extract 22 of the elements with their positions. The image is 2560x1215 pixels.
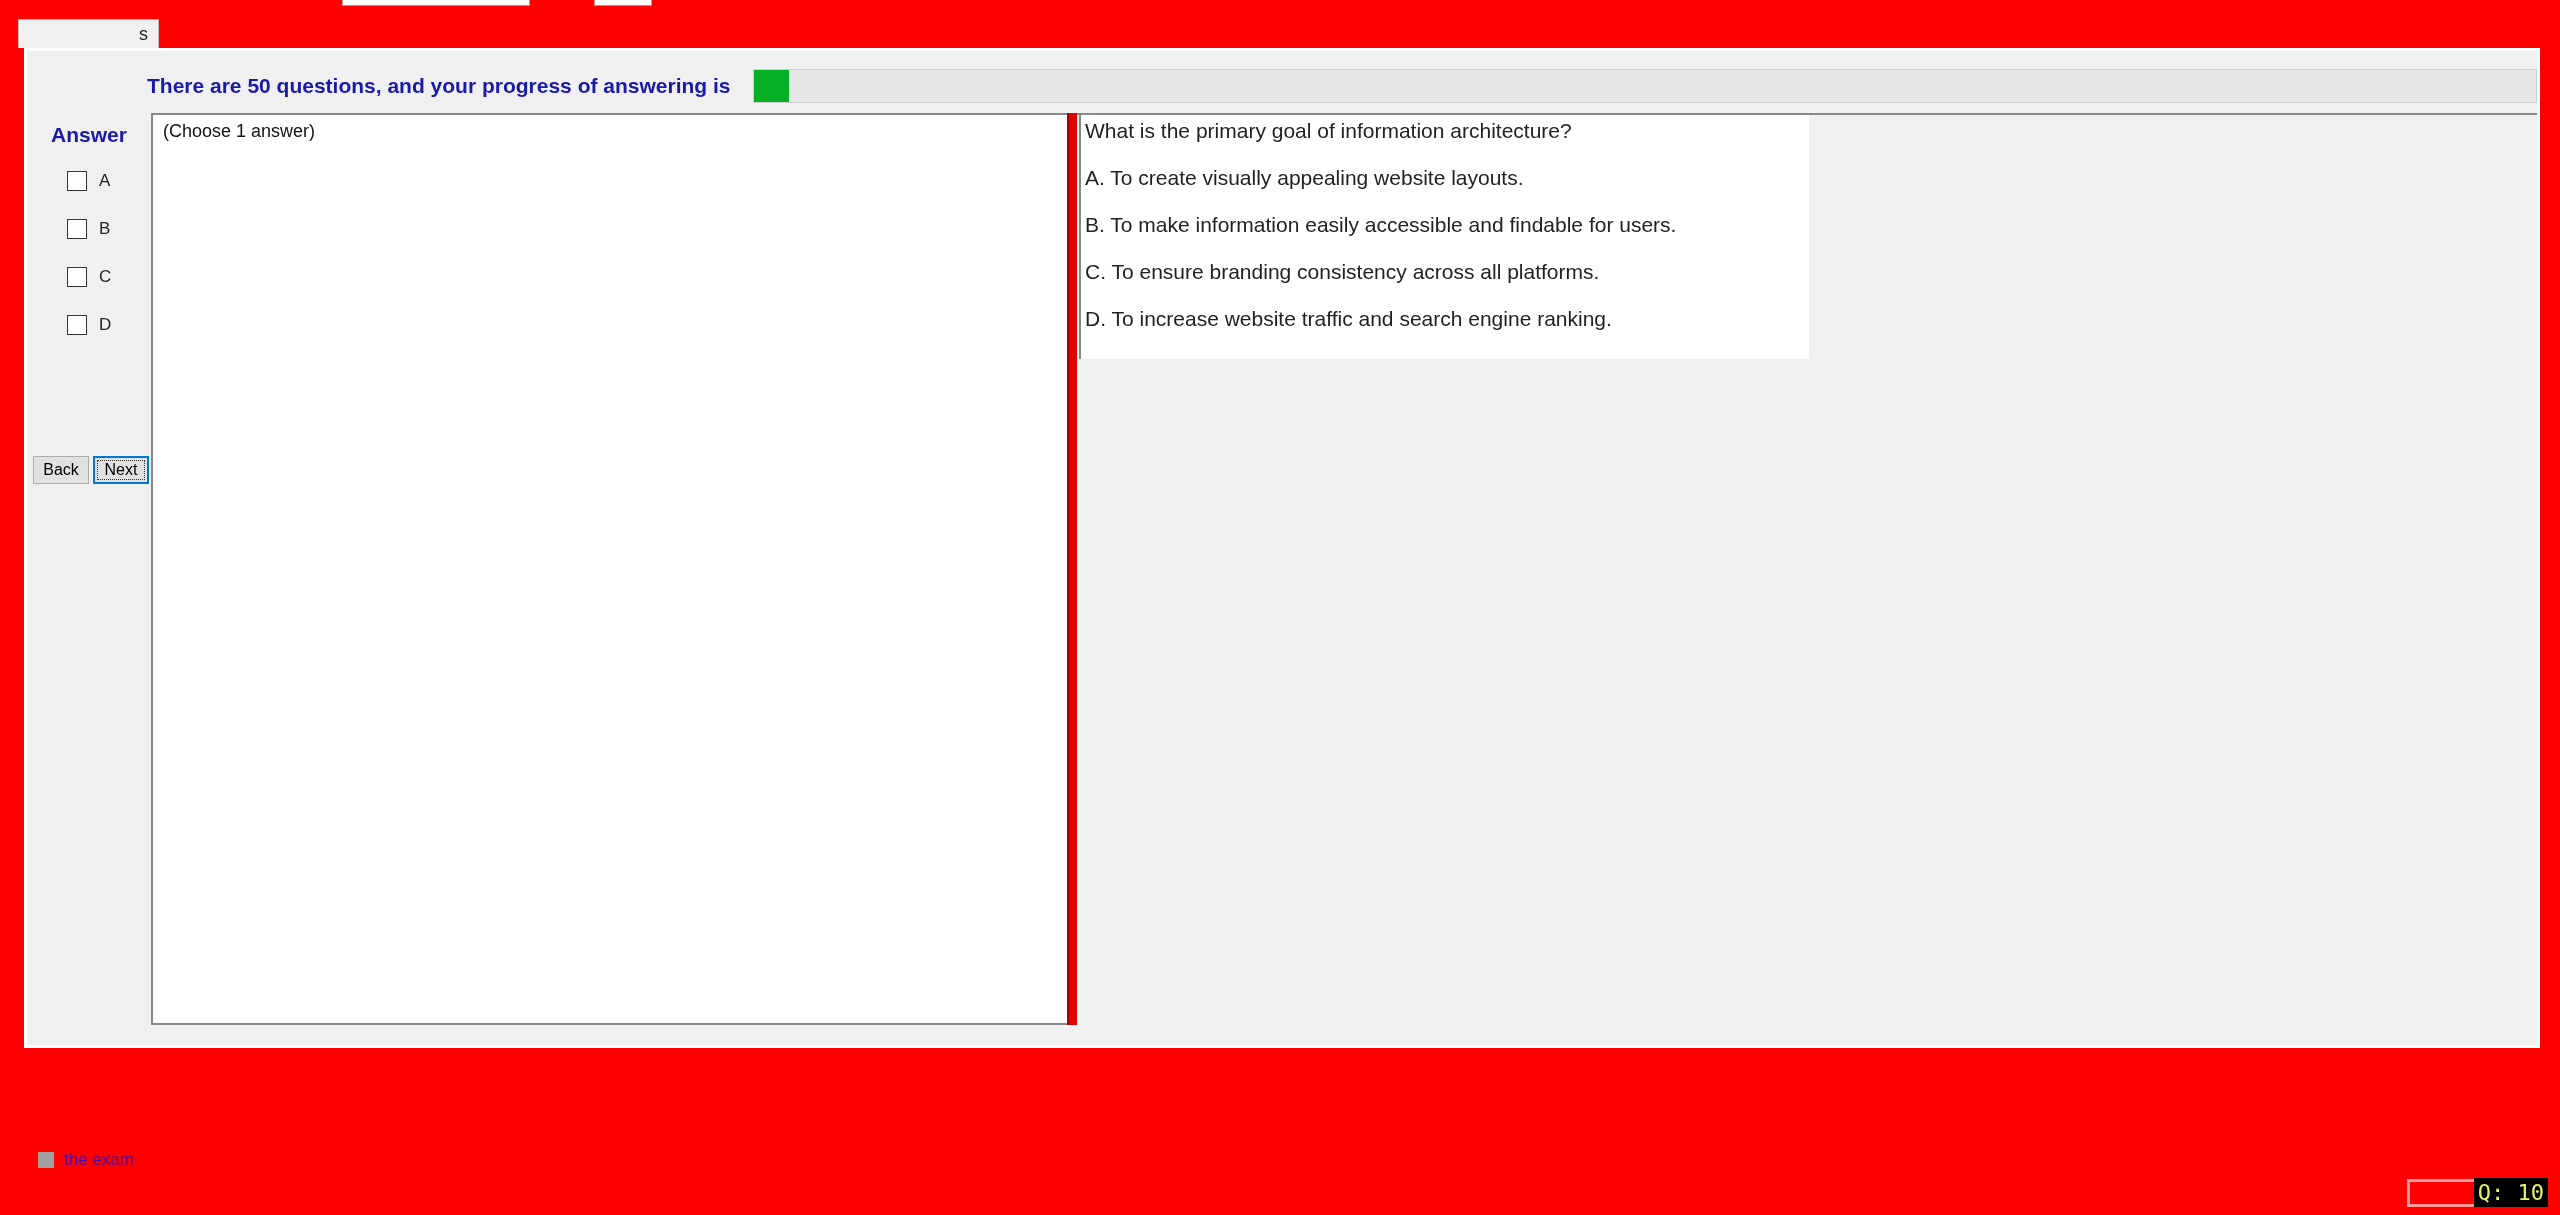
back-button[interactable]: Back [33,456,89,484]
option-label: A [99,171,111,191]
instruction-text: (Choose 1 answer) [162,120,317,143]
answer-choice: C. To ensure branding consistency across all platforms. [1085,260,1601,284]
option-label: B [99,219,111,239]
answer-choice: A. To create visually appealing website layouts. [1085,166,1525,190]
option-label: D [99,315,112,335]
question-counter: Q: 10 [2473,1178,2548,1207]
checkbox[interactable] [67,219,87,239]
answer-choice: D. To increase website traffic and search engine ranking. [1085,307,1613,331]
answer-heading: Answer [50,123,128,147]
checkbox[interactable] [67,171,87,191]
answer-choice: B. To make information easily accessible and findable for users. [1085,213,1678,237]
checkbox[interactable] [67,315,87,335]
progress-label: There are 50 questions, and your progress of answering is [147,74,731,98]
question-text: What is the primary goal of information architecture? [1085,119,1573,143]
tab[interactable]: s [18,19,159,48]
checkbox[interactable] [67,267,87,287]
checkbox[interactable] [38,1152,54,1168]
next-button[interactable]: Next [93,456,149,484]
option-label: C [99,267,112,287]
finish-label: the exam [64,1150,134,1170]
